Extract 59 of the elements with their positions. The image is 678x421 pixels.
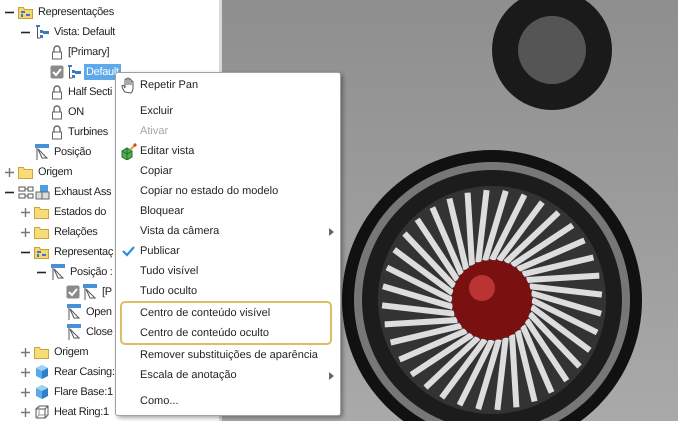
tree-item-label[interactable]: [Primary] xyxy=(66,44,112,60)
menu-item[interactable]: Centro de conteúdo oculto xyxy=(122,323,330,343)
pointer-icon xyxy=(34,143,50,161)
pointer-icon xyxy=(66,303,82,321)
menu-item[interactable]: Centro de conteúdo visível xyxy=(122,303,330,323)
folder-icon xyxy=(18,165,34,179)
tree-item-label[interactable]: Estados do xyxy=(52,204,108,220)
menu-item[interactable]: Editar vista xyxy=(116,141,340,161)
menu-item[interactable]: Escala de anotação xyxy=(116,365,340,385)
folder-icon xyxy=(34,245,50,259)
tree-item-label[interactable]: Half Secti xyxy=(66,84,114,100)
menu-item[interactable]: Tudo visível xyxy=(116,261,340,281)
menu-item[interactable]: Vista da câmera xyxy=(116,221,340,241)
view-icon xyxy=(66,64,82,80)
tree-item-label[interactable]: Origem xyxy=(36,164,74,180)
checkbox[interactable] xyxy=(50,65,64,79)
menu-item[interactable]: Copiar no estado do modelo xyxy=(116,181,340,201)
assembly-icon xyxy=(18,184,50,200)
view-icon xyxy=(34,24,50,40)
menu-item[interactable]: Excluir xyxy=(116,95,340,121)
cube-icon xyxy=(34,364,50,380)
tree-item-label[interactable]: Representações xyxy=(36,4,116,20)
tree-item-label[interactable]: Open xyxy=(84,304,114,320)
menu-item[interactable]: Remover substituições de aparência xyxy=(116,345,340,365)
tree-item-label[interactable]: Posição xyxy=(52,144,94,160)
folder-icon xyxy=(34,205,50,219)
menu-item[interactable]: Copiar xyxy=(116,161,340,181)
tree-item-label[interactable]: Exhaust Ass xyxy=(52,184,114,200)
cube-icon xyxy=(34,384,50,400)
tree-item-label[interactable]: ON xyxy=(66,104,86,120)
tree-item-label[interactable]: Origem xyxy=(52,344,90,360)
tree-item-label[interactable]: Representaç xyxy=(52,244,116,260)
menu-item[interactable]: Tudo oculto xyxy=(116,281,340,301)
tree-item-label[interactable]: [P xyxy=(100,284,114,300)
lock-icon xyxy=(50,44,64,60)
tree-item-label[interactable]: Vista: Default xyxy=(52,24,118,40)
lock-icon xyxy=(50,124,64,140)
tree-item-label[interactable]: Turbines xyxy=(66,124,110,140)
wireframe-cube-icon xyxy=(34,404,50,420)
tree-item-label[interactable]: Close xyxy=(84,324,115,340)
folder-icon xyxy=(34,225,50,239)
edit-view-icon xyxy=(120,142,136,160)
tree-item-label[interactable]: Relações xyxy=(52,224,100,240)
pointer-icon xyxy=(82,283,98,301)
tree-item-label[interactable]: Flare Base:1 xyxy=(52,384,115,400)
folder-icon xyxy=(18,5,34,19)
tree-item-label[interactable]: Rear Casing: xyxy=(52,364,117,380)
tree-item-label[interactable]: Posição : xyxy=(68,264,115,280)
menu-item[interactable]: Como... xyxy=(116,385,340,411)
pointer-icon xyxy=(50,263,66,281)
pointer-icon xyxy=(66,323,82,341)
tree-item-label[interactable]: Heat Ring:1 xyxy=(52,404,111,420)
lock-icon xyxy=(50,84,64,100)
folder-icon xyxy=(34,345,50,359)
menu-item[interactable]: Publicar xyxy=(116,241,340,261)
lock-icon xyxy=(50,104,64,120)
hand-icon xyxy=(120,76,136,94)
checkbox[interactable] xyxy=(66,285,80,299)
menu-item[interactable]: Bloquear xyxy=(116,201,340,221)
